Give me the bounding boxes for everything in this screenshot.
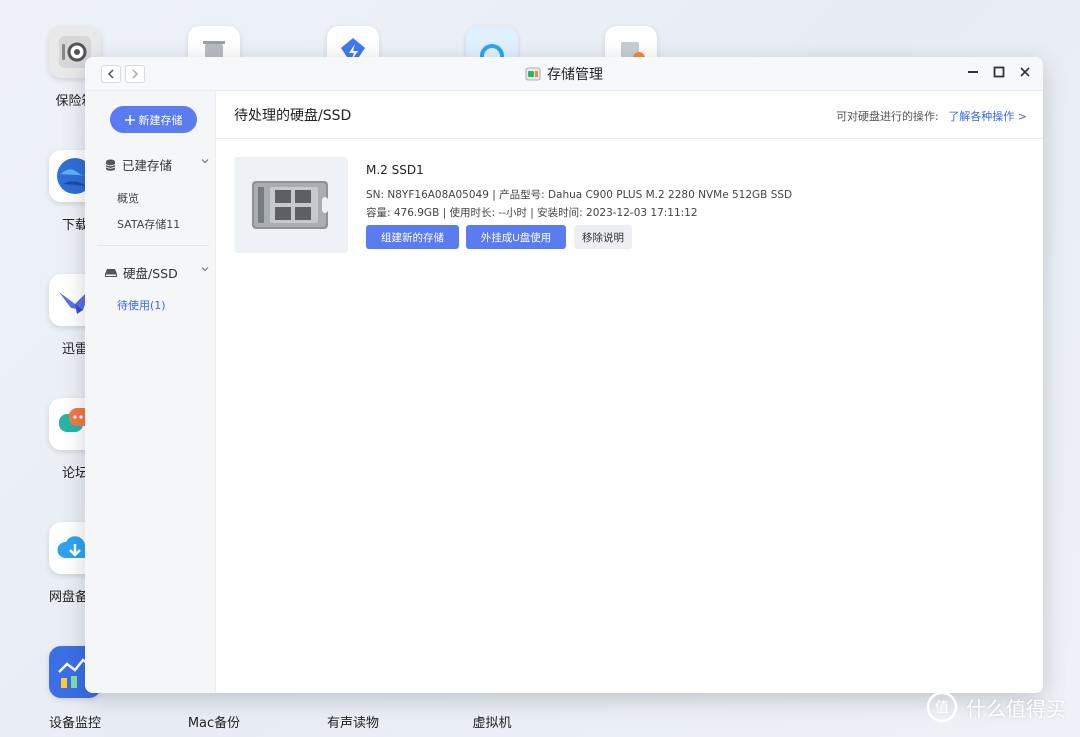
storage-manager-window: 存储管理 新建存储 已建存储 概览 SATA存储11 硬盘/SSD 待使用(1)… xyxy=(85,57,1043,693)
storage-manager-icon xyxy=(525,67,541,81)
window-titlebar: 存储管理 xyxy=(85,57,1043,91)
removal-instructions-button[interactable]: 移除说明 xyxy=(574,225,632,249)
maximize-icon xyxy=(993,66,1005,78)
disk-capacity-info: 容量: 476.9GB | 使用时长: --小时 | 安装时间: 2023-12… xyxy=(366,207,698,219)
operations-hint: 可对硬盘进行的操作: 了解各种操作 > xyxy=(836,108,1027,124)
back-button[interactable] xyxy=(101,65,121,83)
use-as-usb-button[interactable]: 外挂成U盘使用 xyxy=(466,225,566,249)
watermark-text: 什么值得买 xyxy=(966,696,1066,721)
sidebar-section-label: 已建存储 xyxy=(122,158,173,173)
maximize-button[interactable] xyxy=(993,66,1005,78)
database-icon xyxy=(105,159,116,171)
minimize-button[interactable] xyxy=(967,66,979,78)
operations-hint-text: 可对硬盘进行的操作: xyxy=(836,110,939,123)
window-title: 存储管理 xyxy=(547,67,603,83)
chevron-right-icon xyxy=(132,69,139,79)
main-header: 待处理的硬盘/SSD 可对硬盘进行的操作: 了解各种操作 > xyxy=(216,91,1043,139)
create-storage-button[interactable]: 组建新的存储 xyxy=(366,225,459,249)
new-storage-label: 新建存储 xyxy=(138,114,183,127)
desktop-icon-label: 有声读物 xyxy=(326,716,379,731)
watermark: 值 什么值得买 xyxy=(926,691,1066,723)
watermark-logo: 值 xyxy=(926,691,958,723)
page-title: 待处理的硬盘/SSD xyxy=(234,108,352,124)
forward-button[interactable] xyxy=(125,65,145,83)
sidebar-section-label: 硬盘/SSD xyxy=(123,266,178,281)
svg-text:值: 值 xyxy=(935,700,949,716)
sidebar-item-overview[interactable]: 概览 xyxy=(117,190,139,206)
sidebar-item-pending[interactable]: 待使用(1) xyxy=(117,297,166,313)
sidebar-section-disks[interactable]: 硬盘/SSD xyxy=(105,263,215,282)
desktop-icon-label: 虚拟机 xyxy=(472,716,512,731)
desktop-icon-label: 设备监控 xyxy=(48,716,101,731)
sidebar-divider xyxy=(97,245,209,246)
chevron-down-icon xyxy=(201,159,209,164)
sidebar-section-built-storage[interactable]: 已建存储 xyxy=(105,155,215,174)
chevron-down-icon xyxy=(201,267,209,272)
learn-operations-link[interactable]: 了解各种操作 > xyxy=(948,110,1027,123)
sidebar: 新建存储 已建存储 概览 SATA存储11 硬盘/SSD 待使用(1) xyxy=(85,91,216,693)
minimize-icon xyxy=(968,71,978,73)
new-storage-button[interactable]: 新建存储 xyxy=(110,106,197,133)
chevron-left-icon xyxy=(107,69,114,79)
disk-sn-model: SN: N8YF16A08A05049 | 产品型号: Dahua C900 P… xyxy=(366,189,793,201)
main-panel: 待处理的硬盘/SSD 可对硬盘进行的操作: 了解各种操作 > M.2 SSD1 … xyxy=(216,91,1043,693)
desktop-icon-label: Mac备份 xyxy=(187,716,241,731)
hard-disk-icon xyxy=(105,268,117,277)
close-icon xyxy=(1020,67,1030,77)
sidebar-item-sata-storage[interactable]: SATA存储11 xyxy=(117,216,180,232)
disk-name: M.2 SSD1 xyxy=(366,163,424,177)
close-button[interactable] xyxy=(1019,66,1031,78)
m2-ssd-icon xyxy=(252,181,328,229)
ssd-image xyxy=(234,157,348,253)
plus-icon xyxy=(124,114,135,125)
